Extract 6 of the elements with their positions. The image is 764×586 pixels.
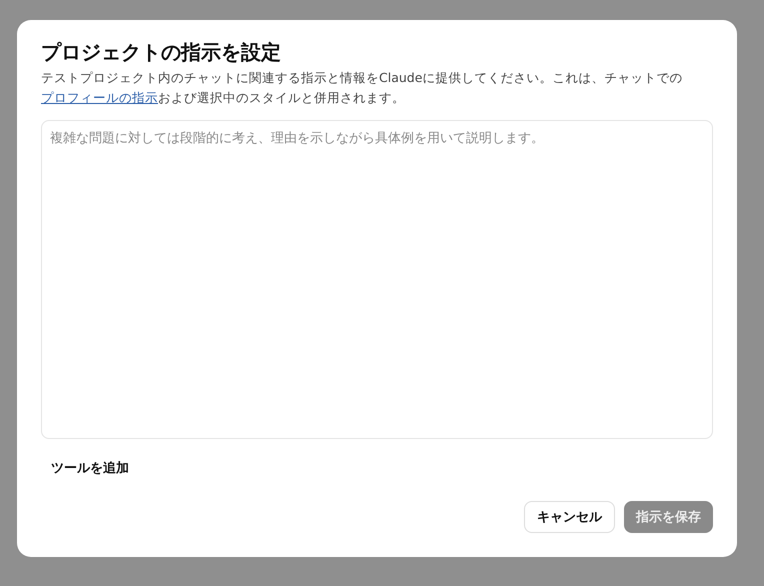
add-tools-button[interactable]: ツールを追加 bbox=[51, 461, 129, 476]
dialog-title: プロジェクトの指示を設定 bbox=[41, 39, 282, 66]
profile-instructions-link[interactable]: プロフィールの指示 bbox=[41, 90, 158, 105]
cancel-button[interactable]: キャンセル bbox=[524, 501, 615, 533]
dialog-description: テストプロジェクト内のチャットに関連する指示と情報をClaudeに提供してください。これは、チャットでの プロフィールの指示および選択中のスタイルと併用されます。 bbox=[41, 69, 684, 107]
instructions-field[interactable]: 複雑な問題に対しては段階的に考え、理由を示しながら具体例を用いて説明します。 bbox=[41, 120, 713, 439]
